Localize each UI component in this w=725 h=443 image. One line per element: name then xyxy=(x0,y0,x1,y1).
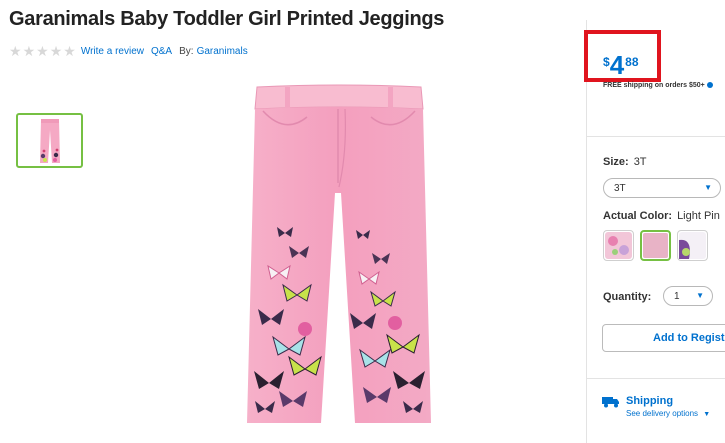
size-select-value: 3T xyxy=(614,182,626,194)
brand-link[interactable]: Garanimals xyxy=(197,46,248,57)
free-shipping-text: FREE shipping on orders $50+ xyxy=(603,82,705,89)
chevron-down-icon: ▼ xyxy=(704,183,712,192)
product-thumbnail[interactable] xyxy=(16,113,83,168)
leggings-image xyxy=(247,84,431,423)
size-select[interactable]: 3T ▼ xyxy=(603,178,721,198)
star-icon: ★ xyxy=(22,43,36,59)
divider xyxy=(587,378,725,379)
delivery-options-text: See delivery options xyxy=(626,409,699,418)
price-highlight-box xyxy=(584,30,661,82)
color-swatch-purple[interactable] xyxy=(677,230,708,261)
quantity-value: 1 xyxy=(674,290,680,302)
truck-icon xyxy=(602,397,619,408)
size-label: Size: xyxy=(603,156,629,168)
shipping-row: Shipping See delivery options ▼ xyxy=(602,395,710,418)
rating-stars[interactable]: ★ ★ ★ ★ ★ xyxy=(9,44,76,58)
chevron-down-icon: ▼ xyxy=(703,411,711,418)
shipping-info: Shipping See delivery options ▼ xyxy=(626,395,710,418)
divider xyxy=(587,136,725,137)
write-review-link[interactable]: Write a review xyxy=(81,46,144,57)
leggings-thumbnail-image xyxy=(39,118,60,163)
star-icon: ★ xyxy=(36,43,49,59)
quantity-label: Quantity: xyxy=(603,291,652,303)
shipping-title: Shipping xyxy=(626,395,674,407)
free-shipping-note: FREE shipping on orders $50+ xyxy=(603,82,713,89)
color-value: Light Pin xyxy=(677,210,720,222)
chevron-down-icon: ▼ xyxy=(696,291,704,300)
add-to-registry-button[interactable]: Add to Registry xyxy=(602,324,725,352)
product-main-image[interactable] xyxy=(245,83,433,428)
color-swatch-light-pink[interactable] xyxy=(640,230,671,261)
rating-row: ★ ★ ★ ★ ★ Write a review Q&A By: Garanim… xyxy=(9,44,255,58)
color-label: Actual Color: xyxy=(603,210,673,222)
color-swatch-floral[interactable] xyxy=(603,230,634,261)
delivery-options-link[interactable]: See delivery options ▼ xyxy=(626,409,710,418)
qa-link[interactable]: Q&A xyxy=(151,46,172,57)
purple-swatch-icon xyxy=(679,232,706,259)
size-value: 3T xyxy=(633,156,647,168)
light-pink-swatch-icon xyxy=(643,233,668,258)
star-icon: ★ xyxy=(63,43,76,59)
info-icon[interactable] xyxy=(706,82,713,89)
star-icon: ★ xyxy=(9,43,22,59)
by-label: By: xyxy=(179,45,194,57)
floral-swatch-icon xyxy=(605,232,632,259)
size-row: Size: 3T xyxy=(603,156,647,168)
star-icon: ★ xyxy=(49,43,63,59)
color-row: Actual Color: Light Pin xyxy=(603,210,720,222)
quantity-select[interactable]: 1 ▼ xyxy=(663,286,713,306)
product-title: Garanimals Baby Toddler Girl Printed Jeg… xyxy=(9,8,445,30)
